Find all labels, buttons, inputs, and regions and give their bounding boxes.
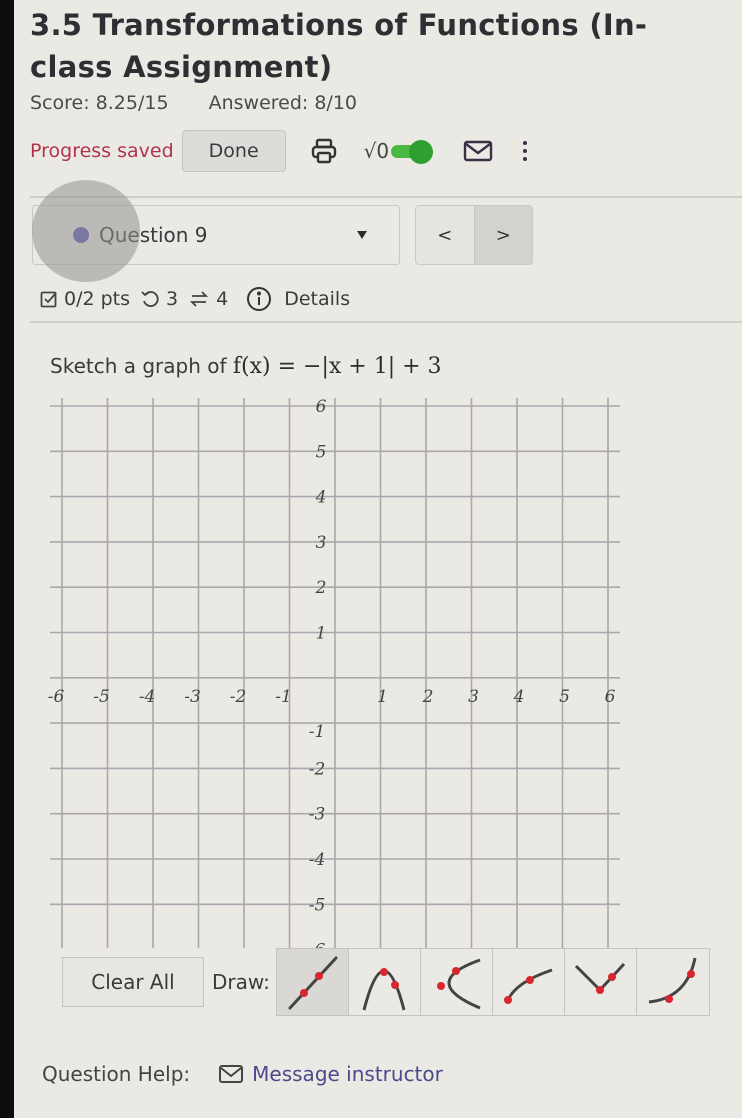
y-tick-label: -2 (309, 759, 326, 779)
divider (30, 321, 742, 323)
x-tick-label: 2 (422, 687, 434, 707)
y-tick-label: -4 (309, 850, 326, 870)
graph-canvas[interactable]: -6 -5 -4 -3 -2 -1 1 2 3 4 5 6 6 5 4 3 2 1 -1 -2 -3 -4 -5 -6 (40, 392, 620, 948)
draw-tools (275, 948, 710, 1016)
y-tick-label: 3 (316, 533, 327, 553)
question-select-label: Question 9 (99, 223, 208, 247)
question-help-label: Question Help: (42, 1062, 191, 1086)
exponential-icon (648, 957, 697, 1004)
attempts-icon (189, 291, 209, 307)
draw-label: Draw: (212, 970, 270, 994)
mail-icon (219, 1065, 244, 1083)
progress-status: Progress saved (30, 140, 174, 162)
function-expression: f(x) = −|x + 1| + 3 (232, 354, 442, 379)
y-tick-label: 6 (316, 397, 327, 417)
y-tick-label: -5 (309, 895, 326, 915)
checkbox-icon (40, 291, 57, 308)
x-tick-label: 1 (377, 687, 388, 707)
attempts-info: 4 (188, 288, 228, 310)
y-tick-label: -1 (309, 722, 326, 742)
exponential-tool[interactable] (636, 949, 709, 1015)
x-tick-label: 5 (559, 687, 570, 707)
sideways-parabola-tool[interactable] (420, 949, 493, 1015)
next-question-button[interactable]: > (473, 206, 532, 264)
y-tick-label: -6 (309, 941, 326, 948)
x-tick-label: 3 (468, 687, 479, 707)
score-summary: Score: 8.25/15 Answered: 8/10 (30, 92, 391, 114)
sqrt-math-icon: √0 (363, 139, 390, 163)
answered-text: Answered: 8/10 (208, 92, 358, 114)
x-tick-label: -2 (230, 687, 247, 707)
points-text: 0/2 pts (64, 288, 131, 310)
absolute-value-icon (575, 962, 626, 994)
prompt-text: Sketch a graph of (50, 354, 227, 378)
question-select[interactable]: Question 9 (32, 205, 400, 265)
points-info: 0/2 pts (40, 288, 130, 310)
retries-info: 3 (140, 288, 178, 310)
toggle-switch[interactable] (391, 140, 437, 164)
clear-all-button[interactable]: Clear All (62, 957, 204, 1007)
absolute-value-tool[interactable] (564, 949, 637, 1015)
printer-icon[interactable] (310, 137, 338, 165)
assignment-toolbar: Progress saved Done √0 (30, 128, 528, 174)
retry-icon (141, 291, 159, 307)
retries-count: 3 (166, 288, 179, 310)
question-meta: 0/2 pts 3 4 Details (40, 286, 360, 312)
details-label: Details (284, 288, 351, 310)
message-instructor-link[interactable]: Message instructor (218, 1062, 443, 1086)
y-tick-label: 4 (315, 488, 327, 508)
line-icon (288, 956, 338, 1010)
question-nav-buttons: < > (415, 205, 533, 265)
sideways-parabola-icon (437, 958, 481, 1010)
y-tick-label: 5 (316, 442, 327, 462)
x-tick-label: 4 (513, 687, 525, 707)
parabola-tool[interactable] (348, 949, 421, 1015)
attempts-count: 4 (216, 288, 229, 310)
x-tick-label: -5 (93, 687, 110, 707)
line-tool[interactable] (276, 949, 349, 1015)
parabola-icon (362, 968, 406, 1011)
assignment-title: 3.5 Transformations of Functions (In-cla… (30, 8, 648, 84)
done-button[interactable]: Done (181, 130, 286, 172)
info-icon (247, 287, 272, 311)
y-tick-label: -3 (309, 805, 326, 825)
x-tick-label: 6 (605, 687, 616, 707)
screen-bezel (0, 0, 14, 1118)
divider (30, 196, 742, 198)
y-tick-label: 1 (316, 624, 327, 644)
kebab-menu-icon[interactable] (523, 141, 528, 161)
x-tick-label: -1 (275, 687, 292, 707)
previous-question-button[interactable]: < (416, 206, 474, 264)
question-status-dot (73, 227, 89, 243)
square-root-icon (504, 968, 553, 1004)
toggle-knob (409, 140, 434, 164)
x-tick-label: -6 (48, 687, 65, 707)
square-root-tool[interactable] (492, 949, 565, 1015)
x-tick-label: -4 (139, 687, 156, 707)
message-instructor-text: Message instructor (252, 1062, 443, 1086)
details-link[interactable]: Details (246, 286, 350, 312)
question-help: Question Help: Message instructor (42, 1062, 443, 1086)
y-tick-label: 2 (315, 578, 327, 598)
chevron-down-icon (357, 231, 367, 239)
question-prompt: Sketch a graph of f(x) = −|x + 1| + 3 (50, 354, 442, 379)
mail-icon[interactable] (463, 139, 493, 163)
math-display-toggle[interactable]: √0 (363, 139, 437, 164)
score-text: Score: 8.25/15 (30, 92, 169, 114)
x-tick-label: -3 (184, 687, 201, 707)
draw-controls: Clear All Draw: (62, 948, 710, 1016)
